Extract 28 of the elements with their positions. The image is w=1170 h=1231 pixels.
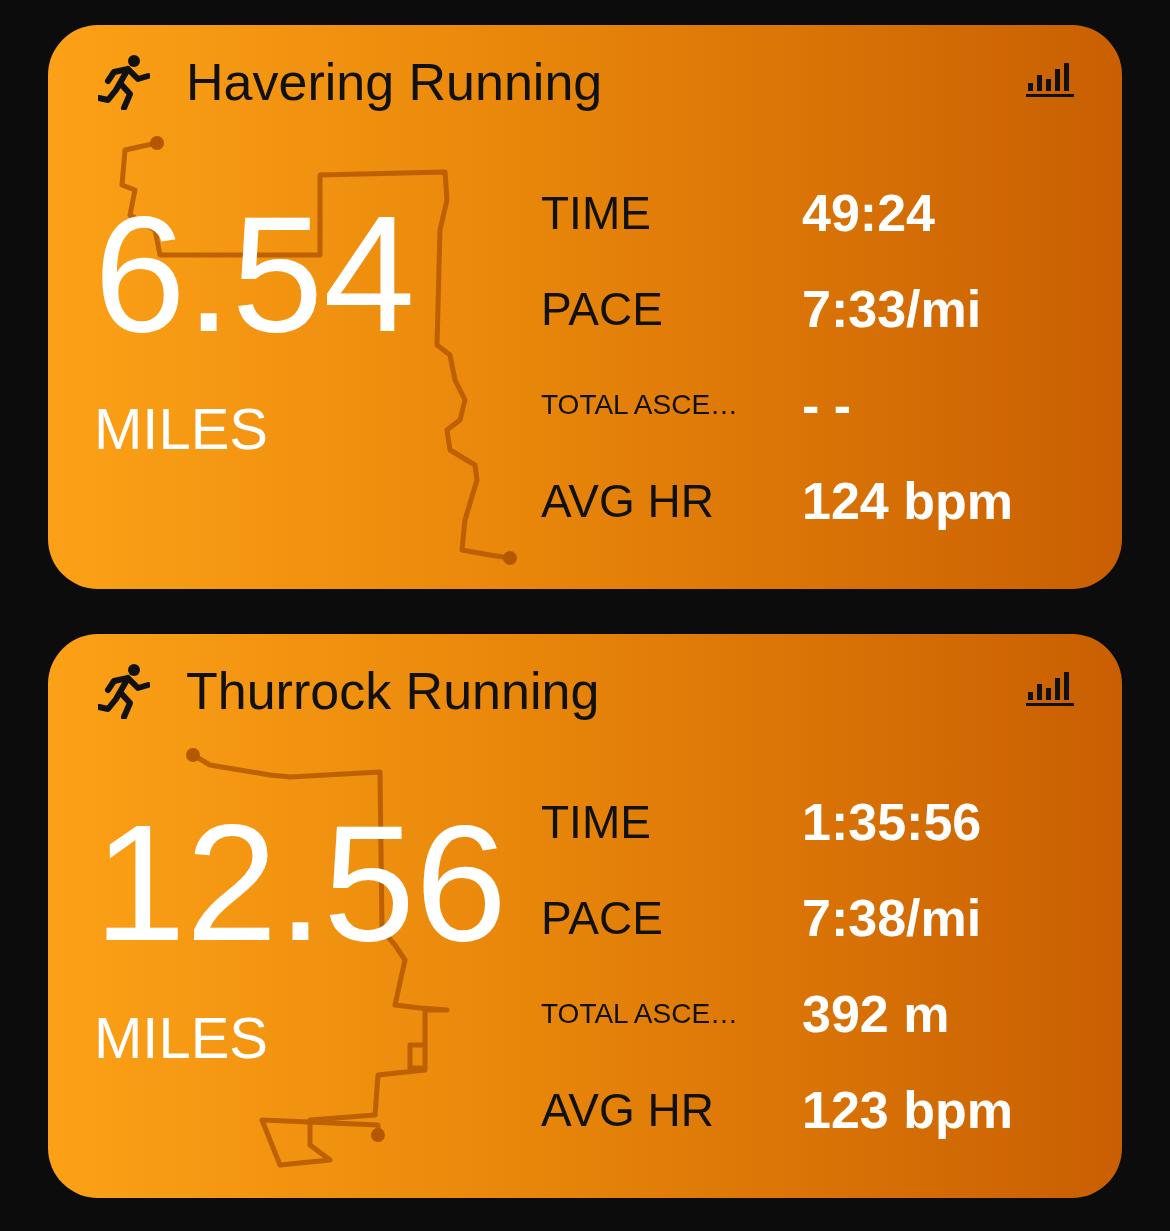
distance-value: 6.54: [94, 192, 417, 357]
stat-value: 1:35:56: [802, 792, 982, 852]
stat-label: PACE: [541, 891, 664, 945]
stat-label: PACE: [541, 282, 664, 336]
stat-value: 7:38/mi: [802, 888, 982, 948]
activity-title: Thurrock Running: [186, 661, 601, 721]
stat-value: 49:24: [802, 183, 935, 243]
distance-value: 12.56: [94, 801, 508, 966]
runner-icon: [98, 663, 150, 719]
stat-label: TOTAL ASCE…: [541, 389, 740, 421]
chart-icon[interactable]: [1026, 61, 1074, 97]
runner-icon: [98, 54, 150, 110]
stat-value: 7:33/mi: [802, 279, 982, 339]
stat-label: AVG HR: [541, 474, 715, 528]
chart-icon[interactable]: [1026, 670, 1074, 706]
stat-value: 123 bpm: [802, 1080, 1013, 1140]
activity-card[interactable]: Thurrock Running 12.56 MILES TIME 1:35:56 PACE 7:38/mi TOTAL ASCE… 392 m AVG HR 123 bpm: [48, 634, 1122, 1198]
stat-value: - -: [802, 375, 852, 435]
stat-label: TIME: [541, 795, 652, 849]
stat-label: AVG HR: [541, 1083, 715, 1137]
stat-label: TIME: [541, 186, 652, 240]
stat-label: TOTAL ASCE…: [541, 998, 740, 1030]
distance-unit: MILES: [94, 399, 270, 459]
stat-value: 392 m: [802, 984, 950, 1044]
activity-card[interactable]: Havering Running 6.54 MILES TIME 49:24 PACE 7:33/mi TOTAL ASCE… - - AVG HR 124 bpm: [48, 25, 1122, 589]
activity-title: Havering Running: [186, 52, 604, 112]
stat-value: 124 bpm: [802, 471, 1013, 531]
distance-unit: MILES: [94, 1008, 270, 1068]
